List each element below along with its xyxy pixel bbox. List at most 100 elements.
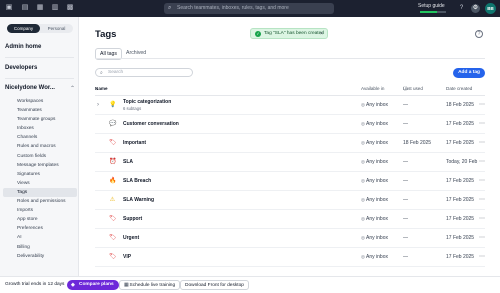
table-row[interactable]: ⚠ SLA Warning ◎Any inbox — 17 Feb 2025 ⋯	[95, 191, 485, 210]
table-row[interactable]: 🔥 SLA Breach ◎Any inbox — 17 Feb 2025 ⋯	[95, 172, 485, 191]
more-options-icon[interactable]: ⋯	[479, 101, 485, 108]
add-tag-button[interactable]: Add a tag	[453, 68, 485, 78]
more-options-icon[interactable]: ⋯	[479, 158, 485, 165]
global-search[interactable]: ⌕ Search teammates, inboxes, rules, tags…	[164, 3, 334, 14]
sidebar-item-inboxes[interactable]: Inboxes	[3, 124, 77, 133]
sidebar-item-teammate-groups[interactable]: Teammate groups	[3, 115, 77, 124]
more-options-icon[interactable]: ⋯	[479, 177, 485, 184]
tag-name[interactable]: SLA Warning	[123, 197, 154, 203]
available-in-cell: ◎Any inbox	[361, 159, 388, 165]
available-in-cell: ◎Any inbox	[361, 216, 388, 222]
toast-message: Tag "SLA" has been created	[264, 31, 324, 36]
tab-archived[interactable]: Archived	[122, 48, 150, 58]
last-used-cell: 18 Feb 2025	[403, 140, 432, 146]
available-in-cell: ◎Any inbox	[361, 235, 388, 241]
admin-home-link[interactable]: Admin home	[5, 44, 41, 50]
sidebar-item-signatures[interactable]: Signatures	[3, 170, 77, 179]
sidebar-item-app-store[interactable]: App store	[3, 215, 77, 224]
lightbulb-icon: 💡	[109, 102, 117, 108]
sidebar-item-message-templates[interactable]: Message templates	[3, 161, 77, 170]
more-options-icon[interactable]: ⋯	[479, 215, 485, 222]
more-options-icon[interactable]: ⋯	[479, 253, 485, 260]
sidebar-item-billing[interactable]: Billing	[3, 243, 77, 252]
sidebar-item-custom-fields[interactable]: Custom fields	[3, 152, 77, 161]
available-in-value: Any inbox	[366, 121, 388, 127]
compare-plans-button[interactable]: ◈ Compare plans	[67, 280, 119, 290]
globe-icon: ◎	[361, 216, 366, 221]
tag-name[interactable]: SLA Breach	[123, 178, 151, 184]
chevron-up-icon[interactable]: ⌃	[70, 85, 75, 92]
sidebar-item-deliverability[interactable]: Deliverability	[3, 252, 77, 261]
tag-name[interactable]: Support	[123, 216, 142, 222]
tag-name[interactable]: Topic categorization	[123, 99, 171, 105]
table-row[interactable]: 🏷 Urgent ◎Any inbox — 17 Feb 2025 ⋯	[95, 229, 485, 248]
sidebar-item-roles-and-permissions[interactable]: Roles and permissions	[3, 197, 77, 206]
sidebar-item-imports[interactable]: Imports	[3, 206, 77, 215]
tag-name[interactable]: Important	[123, 140, 146, 146]
tag-name[interactable]: VIP	[123, 254, 131, 260]
calendar-icon[interactable]: ▦	[36, 4, 44, 12]
top-bar: ▣ ▤ ▦ ▥ ▩ ⌕ Search teammates, inboxes, r…	[0, 0, 500, 17]
apps-grid-icon[interactable]: ▩	[66, 4, 74, 12]
table-row[interactable]: 🏷 VIP ◎Any inbox — 17 Feb 2025 ⋯	[95, 248, 485, 267]
sort-down-icon: ↓	[95, 86, 98, 91]
sidebar-nav: Workspaces Teammates Teammate groups Inboxe…	[3, 97, 77, 261]
settings-gear-icon[interactable]: ⚙	[471, 4, 480, 13]
sidebar-item-channels[interactable]: Channels	[3, 133, 77, 142]
close-icon[interactable]: ×	[320, 29, 323, 39]
date-created-cell: 17 Feb 2025	[446, 216, 475, 222]
table-row[interactable]: 🏷 Support ◎Any inbox — 17 Feb 2025 ⋯	[95, 210, 485, 229]
tag-search-placeholder: Search	[108, 70, 124, 75]
tag-name[interactable]: SLA	[123, 159, 133, 165]
scope-toggle: Company Personal	[7, 24, 73, 33]
avatar[interactable]: BB	[485, 3, 496, 14]
table-row[interactable]: 💬 Customer conversation ◎Any inbox — 17 Feb …	[95, 115, 485, 134]
search-icon: ⌕	[168, 5, 172, 11]
schedule-training-button[interactable]: ▦Schedule live training	[119, 280, 181, 290]
company-toggle[interactable]: Company	[7, 24, 40, 33]
date-created-cell: Today, 20 Feb	[446, 159, 478, 165]
table-row[interactable]: › 💡 Topic categorization 6 subtags ◎Any inbo…	[95, 96, 485, 115]
table-row[interactable]: ⏰ SLA ◎Any inbox — Today, 20 Feb ⋯	[95, 153, 485, 172]
download-desktop-button[interactable]: Download Front for desktop	[180, 280, 249, 290]
date-created-cell: 18 Feb 2025	[446, 102, 475, 108]
tag-icon: 🏷	[109, 216, 117, 222]
tag-name[interactable]: Customer conversation	[123, 121, 179, 127]
personal-toggle[interactable]: Personal	[40, 24, 73, 33]
available-in-value: Any inbox	[366, 178, 388, 184]
tag-name[interactable]: Urgent	[123, 235, 139, 241]
tag-search-input[interactable]: ⌕ Search	[95, 68, 193, 77]
sidebar-item-preferences[interactable]: Preferences	[3, 224, 77, 233]
column-created: Date created	[446, 86, 473, 91]
inbox-icon[interactable]: ▣	[5, 4, 13, 12]
chevron-right-icon[interactable]: ›	[97, 102, 99, 108]
available-in-value: Any inbox	[366, 140, 388, 146]
sidebar-item-ai[interactable]: AI	[3, 233, 77, 242]
more-options-icon[interactable]: ⋯	[479, 139, 485, 146]
sidebar-item-rules-and-macros[interactable]: Rules and macros	[3, 142, 77, 151]
developers-link[interactable]: Developers	[5, 65, 37, 71]
help-icon[interactable]: ?	[475, 30, 483, 38]
last-used-cell: —	[403, 102, 408, 108]
date-created-cell: 17 Feb 2025	[446, 121, 475, 127]
compare-plans-label: Compare plans	[79, 282, 114, 287]
more-options-icon[interactable]: ⋯	[479, 196, 485, 203]
sidebar-item-views[interactable]: Views	[3, 179, 77, 188]
info-icon[interactable]: ⓘ	[403, 86, 408, 92]
sidebar-item-tags[interactable]: Tags	[3, 187, 77, 198]
more-options-icon[interactable]: ⋯	[479, 120, 485, 127]
analytics-icon[interactable]: ▥	[51, 4, 59, 12]
setup-progress-fill	[420, 11, 437, 13]
table-row[interactable]: 🏷 Important ◎Any inbox 18 Feb 2025 17 Feb 20…	[95, 134, 485, 153]
more-options-icon[interactable]: ⋯	[479, 234, 485, 241]
date-created-cell: 17 Feb 2025	[446, 197, 475, 203]
globe-icon: ◎	[361, 102, 366, 107]
setup-guide-link[interactable]: Setup guide	[418, 3, 445, 9]
contacts-icon[interactable]: ▤	[21, 4, 29, 12]
workspace-section-title[interactable]: Nicelydone Wor...	[5, 85, 55, 91]
available-in-cell: ◎Any inbox	[361, 254, 388, 260]
sidebar-item-workspaces[interactable]: Workspaces	[3, 97, 77, 106]
help-circle-icon[interactable]: ?	[457, 4, 466, 13]
main-content: Tags ? ✓ Tag "SLA" has been created × Al…	[80, 17, 500, 276]
sidebar-item-teammates[interactable]: Teammates	[3, 106, 77, 115]
